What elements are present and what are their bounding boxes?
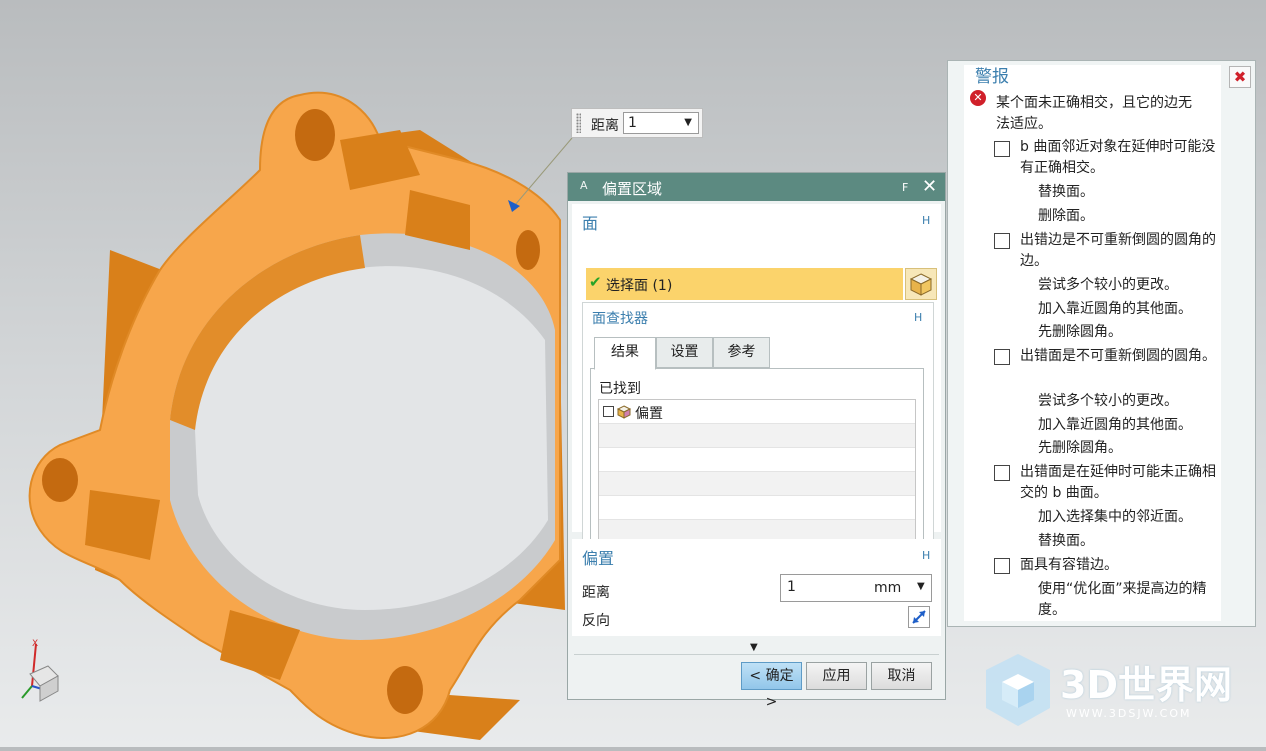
alert-sub: 替换面。 [1038,184,1094,200]
alert-item-5: 面具有容错边。 [1020,557,1118,573]
face-section-toggle[interactable]: H [922,214,930,227]
tab-settings[interactable]: 设置 [656,337,713,368]
alert-checkbox-2[interactable] [994,233,1010,249]
alerts-title: 警报 [975,67,1009,87]
face-finder-title[interactable]: 面查找器 [592,308,648,328]
triad-x-label: X [32,639,38,649]
alert-item-3: 出错面是不可重新倒圆的圆角。 [1020,348,1216,364]
tab-results[interactable]: 结果 [594,337,656,370]
cube-icon [909,273,933,296]
alert-sub: 先删除圆角。 [1038,324,1122,340]
check-icon: ✔ [589,273,602,291]
watermark: 3D世界网 WWW.3DSJW.COM [980,650,1250,730]
dialog-title: 偏置区域 [602,180,663,198]
dialog-title-bar[interactable]: A 偏置区域 F ✕ [568,173,945,201]
offset-region-dialog: A 偏置区域 F ✕ 面 H ✔ 选择面 (1) 面查找器 H 结果 设置 参考… [567,172,946,710]
chevron-down-icon: ▼ [917,581,925,592]
error-message: 某个面未正确相交，且它的边无法适应。 [996,95,1192,132]
alert-sub: 尝试多个较小的更改。 [1038,277,1178,293]
watermark-url: WWW.3DSJW.COM [1066,707,1192,720]
alert-checkbox-3[interactable] [994,349,1010,365]
dialog-title-right-icon[interactable]: F [902,181,908,194]
distance-input-value: 1 [787,579,796,595]
view-triad[interactable]: X [8,636,68,706]
ok-button[interactable]: < 确定 > [741,662,802,710]
divider [574,654,939,655]
distance-input[interactable]: 1 mm ▼ [780,574,932,602]
alert-sub: 加入选择集中的邻近面。 [1038,509,1192,525]
offset-section-toggle[interactable]: H [922,549,930,562]
alert-sub: 删除面。 [1038,208,1094,224]
select-face-label: 选择面 (1) [606,278,673,294]
face-section: 面 H ✔ 选择面 (1) 面查找器 H 结果 设置 参考 已找到 偏置 [572,204,941,558]
alert-sub: 使用“优化面”来提高边的精度。 [1038,581,1207,618]
alert-item-2: 出错边是不可重新倒圆的圆角的边。 [1020,232,1216,269]
offset-feature-icon [616,405,632,419]
watermark-logo-icon [986,654,1050,726]
found-label: 已找到 [599,381,641,397]
list-item[interactable]: 偏置 [599,400,915,424]
found-list[interactable]: 偏置 [598,399,916,544]
alert-sub: 加入靠近圆角的其他面。 [1038,301,1192,317]
list-item-checkbox[interactable] [603,406,614,417]
alerts-panel: 警报 ✕ 某个面未正确相交，且它的边无法适应。 b 曲面邻近对象在延伸时可能没有… [947,60,1256,627]
apply-button[interactable]: 应用 [806,662,867,690]
expand-more-icon[interactable]: ▼ [750,642,758,653]
alert-checkbox-5[interactable] [994,558,1010,574]
watermark-brand: 3D世界网 [1060,663,1232,707]
reverse-direction-button[interactable] [908,606,930,628]
alerts-content: 警报 ✕ 某个面未正确相交，且它的边无法适应。 b 曲面邻近对象在延伸时可能没有… [964,65,1221,621]
distance-tooltip: 距离 1 ▼ [571,108,703,138]
face-finder-toggle[interactable]: H [914,311,922,324]
alert-item-1: b 曲面邻近对象在延伸时可能没有正确相交。 [1020,139,1216,176]
reverse-label: 反向 [582,613,610,629]
select-face-button[interactable] [905,268,937,300]
alert-sub: 加入靠近圆角的其他面。 [1038,417,1192,433]
chevron-down-icon: ▼ [684,117,692,128]
dialog-title-left-icon: A [580,179,588,192]
reverse-arrows-icon [912,610,926,624]
tooltip-distance-select[interactable]: 1 ▼ [623,112,699,134]
dialog-close-button[interactable]: ✕ [922,176,937,197]
list-item-label: 偏置 [635,406,663,422]
tab-reference[interactable]: 参考 [713,337,770,368]
distance-label: 距离 [582,585,610,601]
alert-sub: 先删除圆角。 [1038,440,1122,456]
offset-section-title[interactable]: 偏置 [582,545,614,569]
tooltip-distance-value: 1 [628,115,637,131]
face-section-title[interactable]: 面 [582,210,598,234]
alert-checkbox-4[interactable] [994,465,1010,481]
alert-sub: 替换面。 [1038,533,1094,549]
alert-item-4: 出错面是在延伸时可能未正确相交的 b 曲面。 [1020,464,1216,501]
alerts-close-button[interactable]: ✖ [1229,66,1251,88]
alert-sub: 尝试多个较小的更改。 [1038,393,1178,409]
distance-unit: mm [874,580,902,596]
select-face-row[interactable]: ✔ 选择面 (1) [586,268,903,300]
cancel-button[interactable]: 取消 [871,662,932,690]
error-icon: ✕ [970,90,986,106]
alert-checkbox-1[interactable] [994,141,1010,157]
drag-grip-icon[interactable] [576,113,581,133]
tooltip-distance-label: 距离 [591,118,619,134]
